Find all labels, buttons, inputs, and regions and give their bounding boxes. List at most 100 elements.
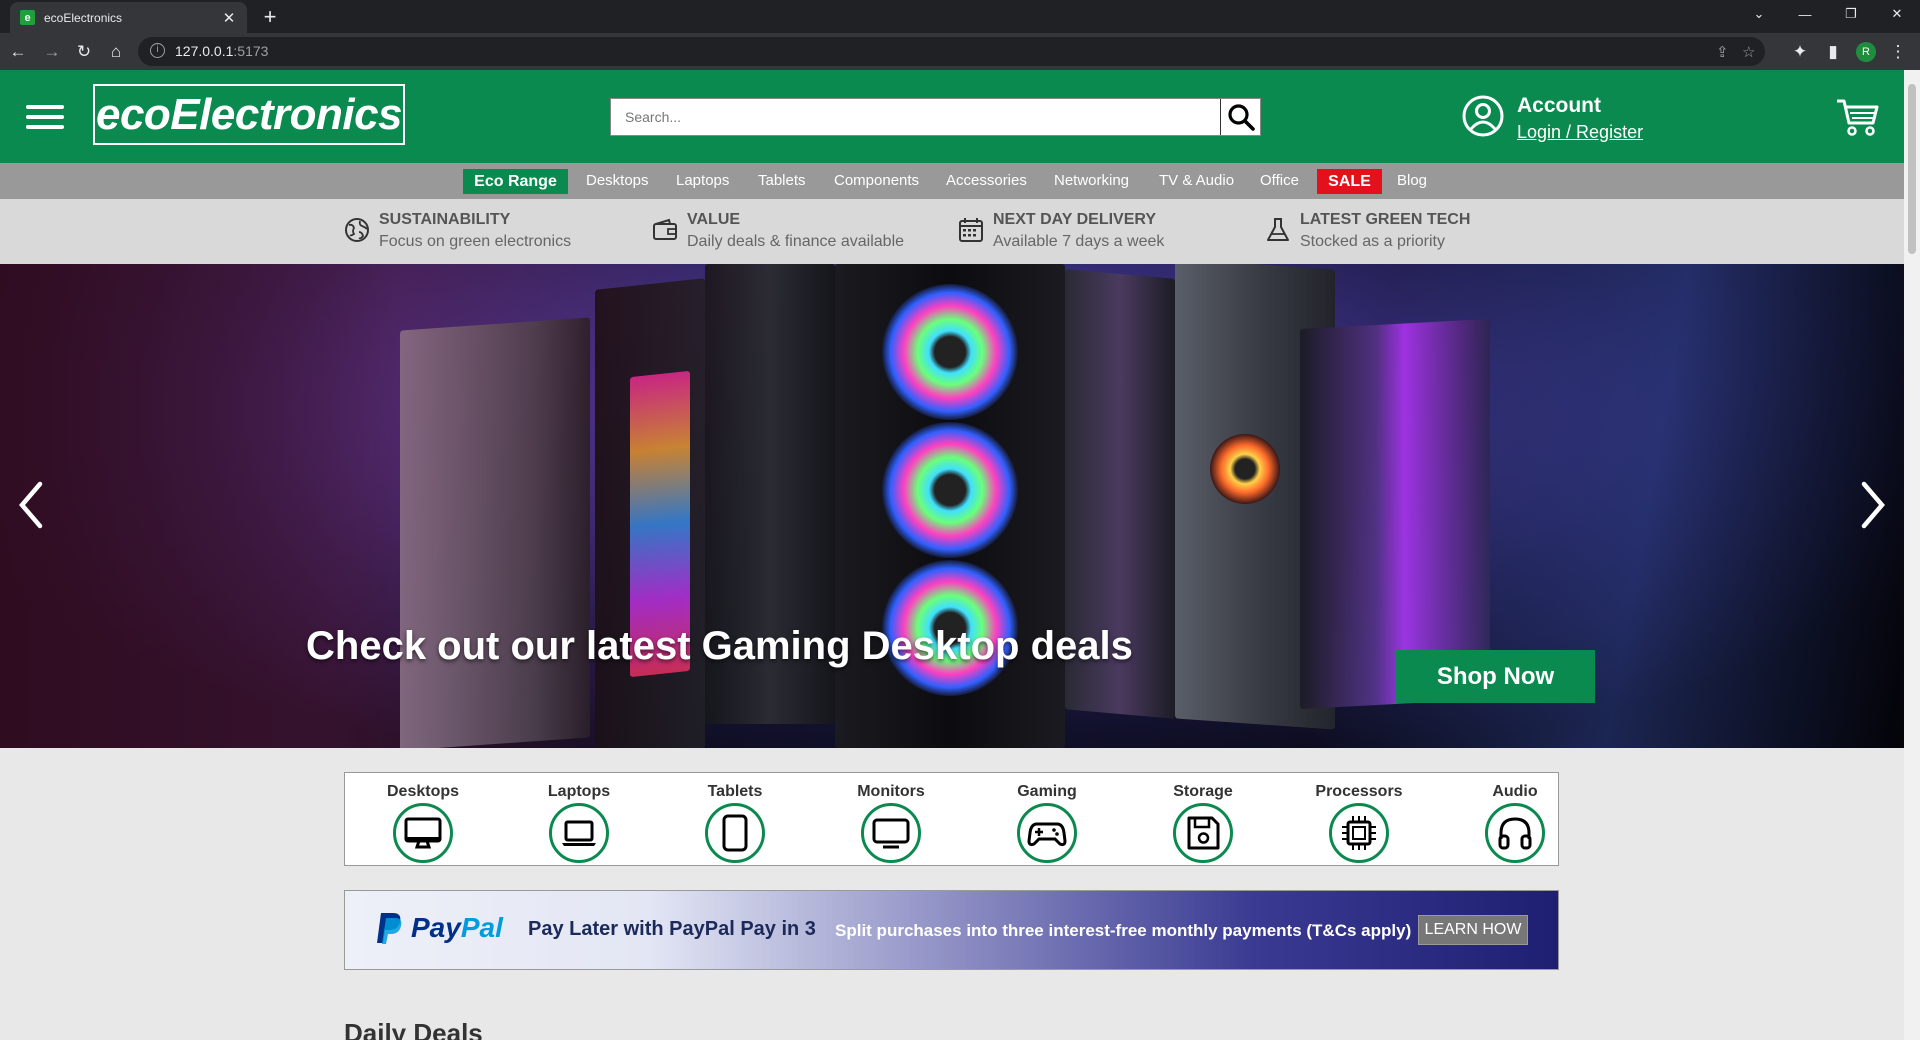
category-laptops[interactable]: Laptops bbox=[501, 773, 657, 865]
paypal-wordmark-pay: Pay bbox=[411, 912, 461, 943]
category-monitors[interactable]: Monitors bbox=[813, 773, 969, 865]
site-info-icon[interactable]: i bbox=[150, 43, 165, 58]
tab-search-icon[interactable]: ⌄ bbox=[1736, 0, 1782, 28]
category-label: Desktops bbox=[386, 783, 460, 800]
search-input[interactable] bbox=[611, 99, 1220, 135]
carousel-next-icon[interactable] bbox=[1858, 480, 1888, 530]
category-audio[interactable]: Audio bbox=[1437, 773, 1593, 865]
usp-bar: SUSTAINABILITY Focus on green electronic… bbox=[0, 199, 1904, 264]
address-bar[interactable]: i 127.0.0.1:5173 ⇪ ☆ bbox=[138, 37, 1765, 66]
usp-title: SUSTAINABILITY bbox=[379, 211, 511, 228]
paypal-headline: Pay Later with PayPal Pay in 3 bbox=[528, 918, 816, 940]
nav-item-office[interactable]: Office bbox=[1260, 163, 1299, 199]
category-gaming[interactable]: Gaming bbox=[969, 773, 1125, 865]
calendar-icon bbox=[959, 218, 983, 242]
url-host: 127.0.0.1 bbox=[175, 43, 234, 59]
search-button[interactable] bbox=[1220, 99, 1260, 135]
nav-item-tablets[interactable]: Tablets bbox=[758, 163, 806, 199]
tab-title: ecoElectronics bbox=[44, 10, 123, 25]
browser-tab[interactable]: e ecoElectronics ✕ bbox=[10, 2, 247, 33]
minimize-icon[interactable]: — bbox=[1782, 0, 1828, 28]
cpu-icon bbox=[1342, 816, 1376, 850]
home-icon[interactable]: ⌂ bbox=[104, 40, 128, 64]
bookmark-star-icon[interactable]: ☆ bbox=[1742, 43, 1755, 61]
nav-item-accessories[interactable]: Accessories bbox=[946, 163, 1027, 199]
nav-item-blog[interactable]: Blog bbox=[1397, 163, 1427, 199]
account-title: Account bbox=[1517, 94, 1601, 117]
window-controls: ⌄ — ❐ ✕ bbox=[1736, 0, 1920, 33]
category-nav: Eco Range Desktops Laptops Tablets Compo… bbox=[0, 163, 1904, 199]
nav-item-tv-audio[interactable]: TV & Audio bbox=[1159, 163, 1234, 199]
web-page: ecoElectronics Account Login / Register … bbox=[0, 70, 1904, 1040]
forward-icon[interactable]: → bbox=[40, 40, 64, 64]
usp-subtitle: Stocked as a priority bbox=[1300, 233, 1445, 250]
usp-title: NEXT DAY DELIVERY bbox=[993, 211, 1157, 228]
reload-icon[interactable]: ↻ bbox=[72, 40, 96, 64]
paypal-p-icon bbox=[377, 913, 402, 944]
hero-carousel: Check out our latest Gaming Desktop deal… bbox=[0, 264, 1904, 748]
paypal-subtext: Split purchases into three interest-free… bbox=[835, 921, 1412, 940]
category-label: Gaming bbox=[1017, 783, 1077, 800]
category-storage[interactable]: Storage bbox=[1125, 773, 1281, 865]
nav-item-sale[interactable]: SALE bbox=[1317, 169, 1382, 194]
globe-icon bbox=[345, 218, 369, 242]
usp-title: VALUE bbox=[687, 211, 741, 228]
paypal-logo: PayPal bbox=[375, 911, 503, 945]
account-user-icon[interactable] bbox=[1462, 95, 1504, 137]
headphones-icon bbox=[1498, 817, 1532, 850]
browser-menu-icon[interactable]: ⋮ bbox=[1886, 40, 1910, 64]
hero-caption: Check out our latest Gaming Desktop deal… bbox=[306, 624, 1133, 668]
shop-now-button[interactable]: Shop Now bbox=[1396, 650, 1595, 703]
learn-how-button[interactable]: LEARN HOW bbox=[1418, 915, 1528, 945]
usp-title: LATEST GREEN TECH bbox=[1300, 211, 1471, 228]
search-bar bbox=[610, 98, 1261, 136]
extensions-icon[interactable]: ✦ bbox=[1788, 40, 1812, 64]
category-tablets[interactable]: Tablets bbox=[657, 773, 813, 865]
back-icon[interactable]: ← bbox=[6, 40, 30, 64]
nav-item-laptops[interactable]: Laptops bbox=[676, 163, 729, 199]
category-desktops[interactable]: Desktops bbox=[345, 773, 501, 865]
carousel-prev-icon[interactable] bbox=[16, 480, 46, 530]
category-label: Storage bbox=[1173, 783, 1233, 800]
nav-item-components[interactable]: Components bbox=[834, 163, 919, 199]
search-icon bbox=[1227, 104, 1255, 131]
close-window-icon[interactable]: ✕ bbox=[1874, 0, 1920, 28]
daily-deals-heading: Daily Deals bbox=[344, 1018, 483, 1040]
new-tab-icon[interactable]: + bbox=[258, 4, 282, 30]
category-label: Audio bbox=[1492, 783, 1538, 800]
shopping-cart-icon[interactable] bbox=[1835, 97, 1879, 137]
category-icon-circle bbox=[861, 803, 921, 863]
site-header: ecoElectronics Account Login / Register bbox=[0, 70, 1904, 163]
monitor-icon bbox=[872, 818, 910, 849]
paypal-wordmark: PayPal bbox=[411, 912, 503, 944]
category-icon-circle bbox=[1485, 803, 1545, 863]
hero-light-overlay bbox=[0, 264, 1904, 748]
favicon-icon: e bbox=[20, 10, 35, 25]
tab-close-icon[interactable]: ✕ bbox=[221, 9, 237, 27]
tablet-icon bbox=[722, 814, 748, 852]
category-label: Tablets bbox=[707, 783, 763, 800]
side-panel-icon[interactable]: ▮ bbox=[1821, 40, 1845, 64]
profile-avatar[interactable]: R bbox=[1856, 42, 1876, 62]
category-icon-circle bbox=[549, 803, 609, 863]
category-icon-circle bbox=[1017, 803, 1077, 863]
nav-eco-range[interactable]: Eco Range bbox=[463, 169, 568, 194]
category-processors[interactable]: Processors bbox=[1281, 773, 1437, 865]
url-port: :5173 bbox=[233, 43, 269, 59]
flask-icon bbox=[1267, 218, 1289, 241]
wallet-icon bbox=[653, 218, 677, 240]
paypal-banner: PayPal Pay Later with PayPal Pay in 3 Sp… bbox=[344, 890, 1559, 970]
nav-item-desktops[interactable]: Desktops bbox=[586, 163, 649, 199]
scrollbar-thumb[interactable] bbox=[1908, 84, 1916, 254]
category-icon-circle bbox=[1329, 803, 1389, 863]
menu-hamburger-icon[interactable] bbox=[26, 105, 64, 129]
nav-item-networking[interactable]: Networking bbox=[1054, 163, 1129, 199]
gamepad-icon bbox=[1027, 822, 1067, 847]
site-logo[interactable]: ecoElectronics bbox=[93, 84, 405, 145]
category-icon-circle bbox=[393, 803, 453, 863]
login-register-link[interactable]: Login / Register bbox=[1517, 122, 1643, 143]
page-scrollbar[interactable] bbox=[1904, 70, 1920, 1040]
floppy-disk-icon bbox=[1187, 816, 1220, 850]
share-icon[interactable]: ⇪ bbox=[1716, 43, 1729, 61]
restore-icon[interactable]: ❐ bbox=[1828, 0, 1874, 28]
